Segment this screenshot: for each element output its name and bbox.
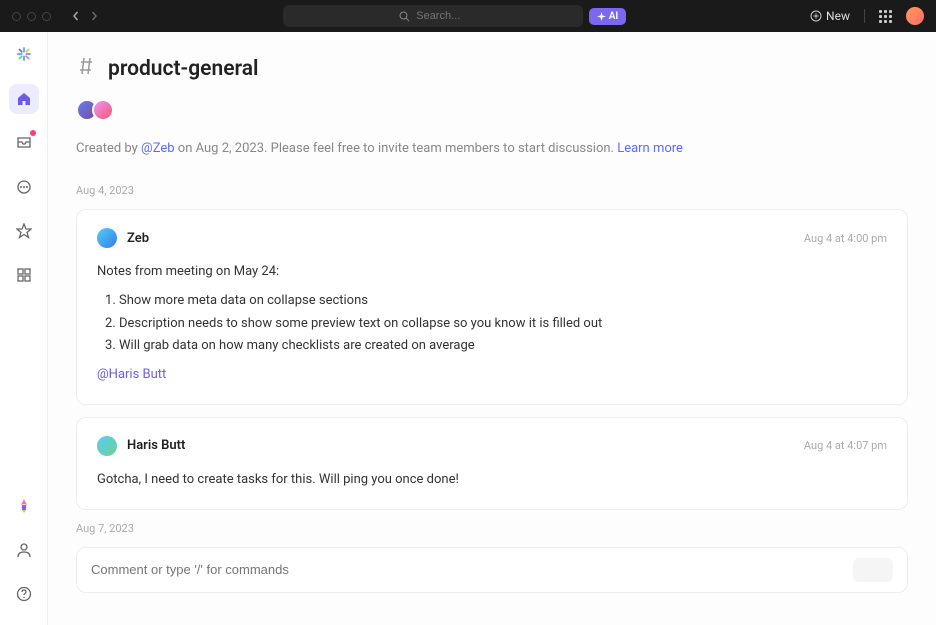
close-window-icon[interactable] — [12, 12, 21, 21]
sidebar-help[interactable] — [9, 579, 39, 609]
member-avatar[interactable] — [92, 99, 114, 121]
desc-text: Created by — [76, 141, 141, 156]
help-icon — [16, 586, 32, 602]
comment-input[interactable] — [91, 562, 853, 577]
hash-icon — [76, 56, 96, 81]
message-text: Gotcha, I need to create tasks for this.… — [97, 470, 887, 491]
creator-link[interactable]: @Zeb — [141, 141, 175, 156]
maximize-window-icon[interactable] — [42, 12, 51, 21]
topbar: AI New — [0, 0, 936, 32]
window-controls — [12, 12, 51, 21]
apps-button[interactable] — [879, 10, 892, 23]
notification-dot-icon — [30, 130, 36, 136]
home-icon — [16, 91, 32, 107]
back-button[interactable] — [71, 11, 81, 21]
sidebar-dashboards[interactable] — [9, 260, 39, 290]
sidebar-profile[interactable] — [9, 535, 39, 565]
new-button[interactable]: New — [810, 9, 850, 23]
plus-circle-icon — [810, 10, 822, 22]
message-time: Aug 4 at 4:00 pm — [804, 232, 887, 245]
grid-icon — [16, 267, 32, 283]
sparkle-icon — [597, 12, 606, 21]
sidebar-home[interactable] — [9, 84, 39, 114]
divider — [864, 9, 865, 23]
send-button[interactable] — [853, 558, 893, 582]
list-item: Description needs to show some preview t… — [119, 314, 887, 335]
search-icon — [399, 11, 410, 22]
logo-icon[interactable] — [14, 44, 34, 64]
member-avatars[interactable] — [76, 99, 908, 121]
mention-link[interactable]: @Haris Butt — [97, 365, 887, 386]
learn-more-link[interactable]: Learn more — [617, 141, 683, 156]
channel-header: product-general — [76, 56, 908, 81]
nav-arrows — [71, 11, 99, 21]
more-icon — [16, 179, 32, 195]
user-avatar[interactable] — [906, 7, 924, 25]
rocket-icon — [15, 497, 33, 515]
list-item: Will grab data on how many checklists ar… — [119, 336, 887, 357]
date-separator: Aug 4, 2023 — [76, 184, 908, 197]
desc-text: on Aug 2, 2023. Please feel free to invi… — [175, 141, 618, 156]
sidebar — [0, 32, 48, 625]
message-time: Aug 4 at 4:07 pm — [804, 439, 887, 452]
author-name[interactable]: Haris Butt — [127, 438, 185, 453]
new-label: New — [826, 9, 850, 23]
person-icon — [16, 542, 32, 558]
channel-name: product-general — [108, 57, 258, 81]
channel-description: Created by @Zeb on Aug 2, 2023. Please f… — [76, 141, 908, 156]
search-field[interactable] — [416, 10, 466, 22]
sidebar-more[interactable] — [9, 172, 39, 202]
message-avatar[interactable] — [97, 436, 117, 456]
author-name[interactable]: Zeb — [127, 231, 149, 246]
sidebar-upgrade[interactable] — [9, 491, 39, 521]
main-content: product-general Created by @Zeb on Aug 2… — [48, 32, 936, 625]
message-avatar[interactable] — [97, 228, 117, 248]
list-item: Show more meta data on collapse sections — [119, 291, 887, 312]
sidebar-inbox[interactable] — [9, 128, 39, 158]
date-separator: Aug 7, 2023 — [76, 522, 908, 535]
forward-button[interactable] — [89, 11, 99, 21]
message-text: Notes from meeting on May 24: — [97, 262, 887, 283]
minimize-window-icon[interactable] — [27, 12, 36, 21]
search-input[interactable] — [283, 5, 583, 27]
sidebar-favorites[interactable] — [9, 216, 39, 246]
star-icon — [16, 223, 32, 239]
message-card: Haris Butt Aug 4 at 4:07 pm Gotcha, I ne… — [76, 417, 908, 510]
ai-button[interactable]: AI — [589, 8, 627, 25]
comment-composer[interactable] — [76, 547, 908, 593]
message-card: Zeb Aug 4 at 4:00 pm Notes from meeting … — [76, 209, 908, 405]
inbox-icon — [16, 135, 32, 151]
message-body: Notes from meeting on May 24: Show more … — [97, 262, 887, 386]
ai-label: AI — [609, 11, 619, 22]
